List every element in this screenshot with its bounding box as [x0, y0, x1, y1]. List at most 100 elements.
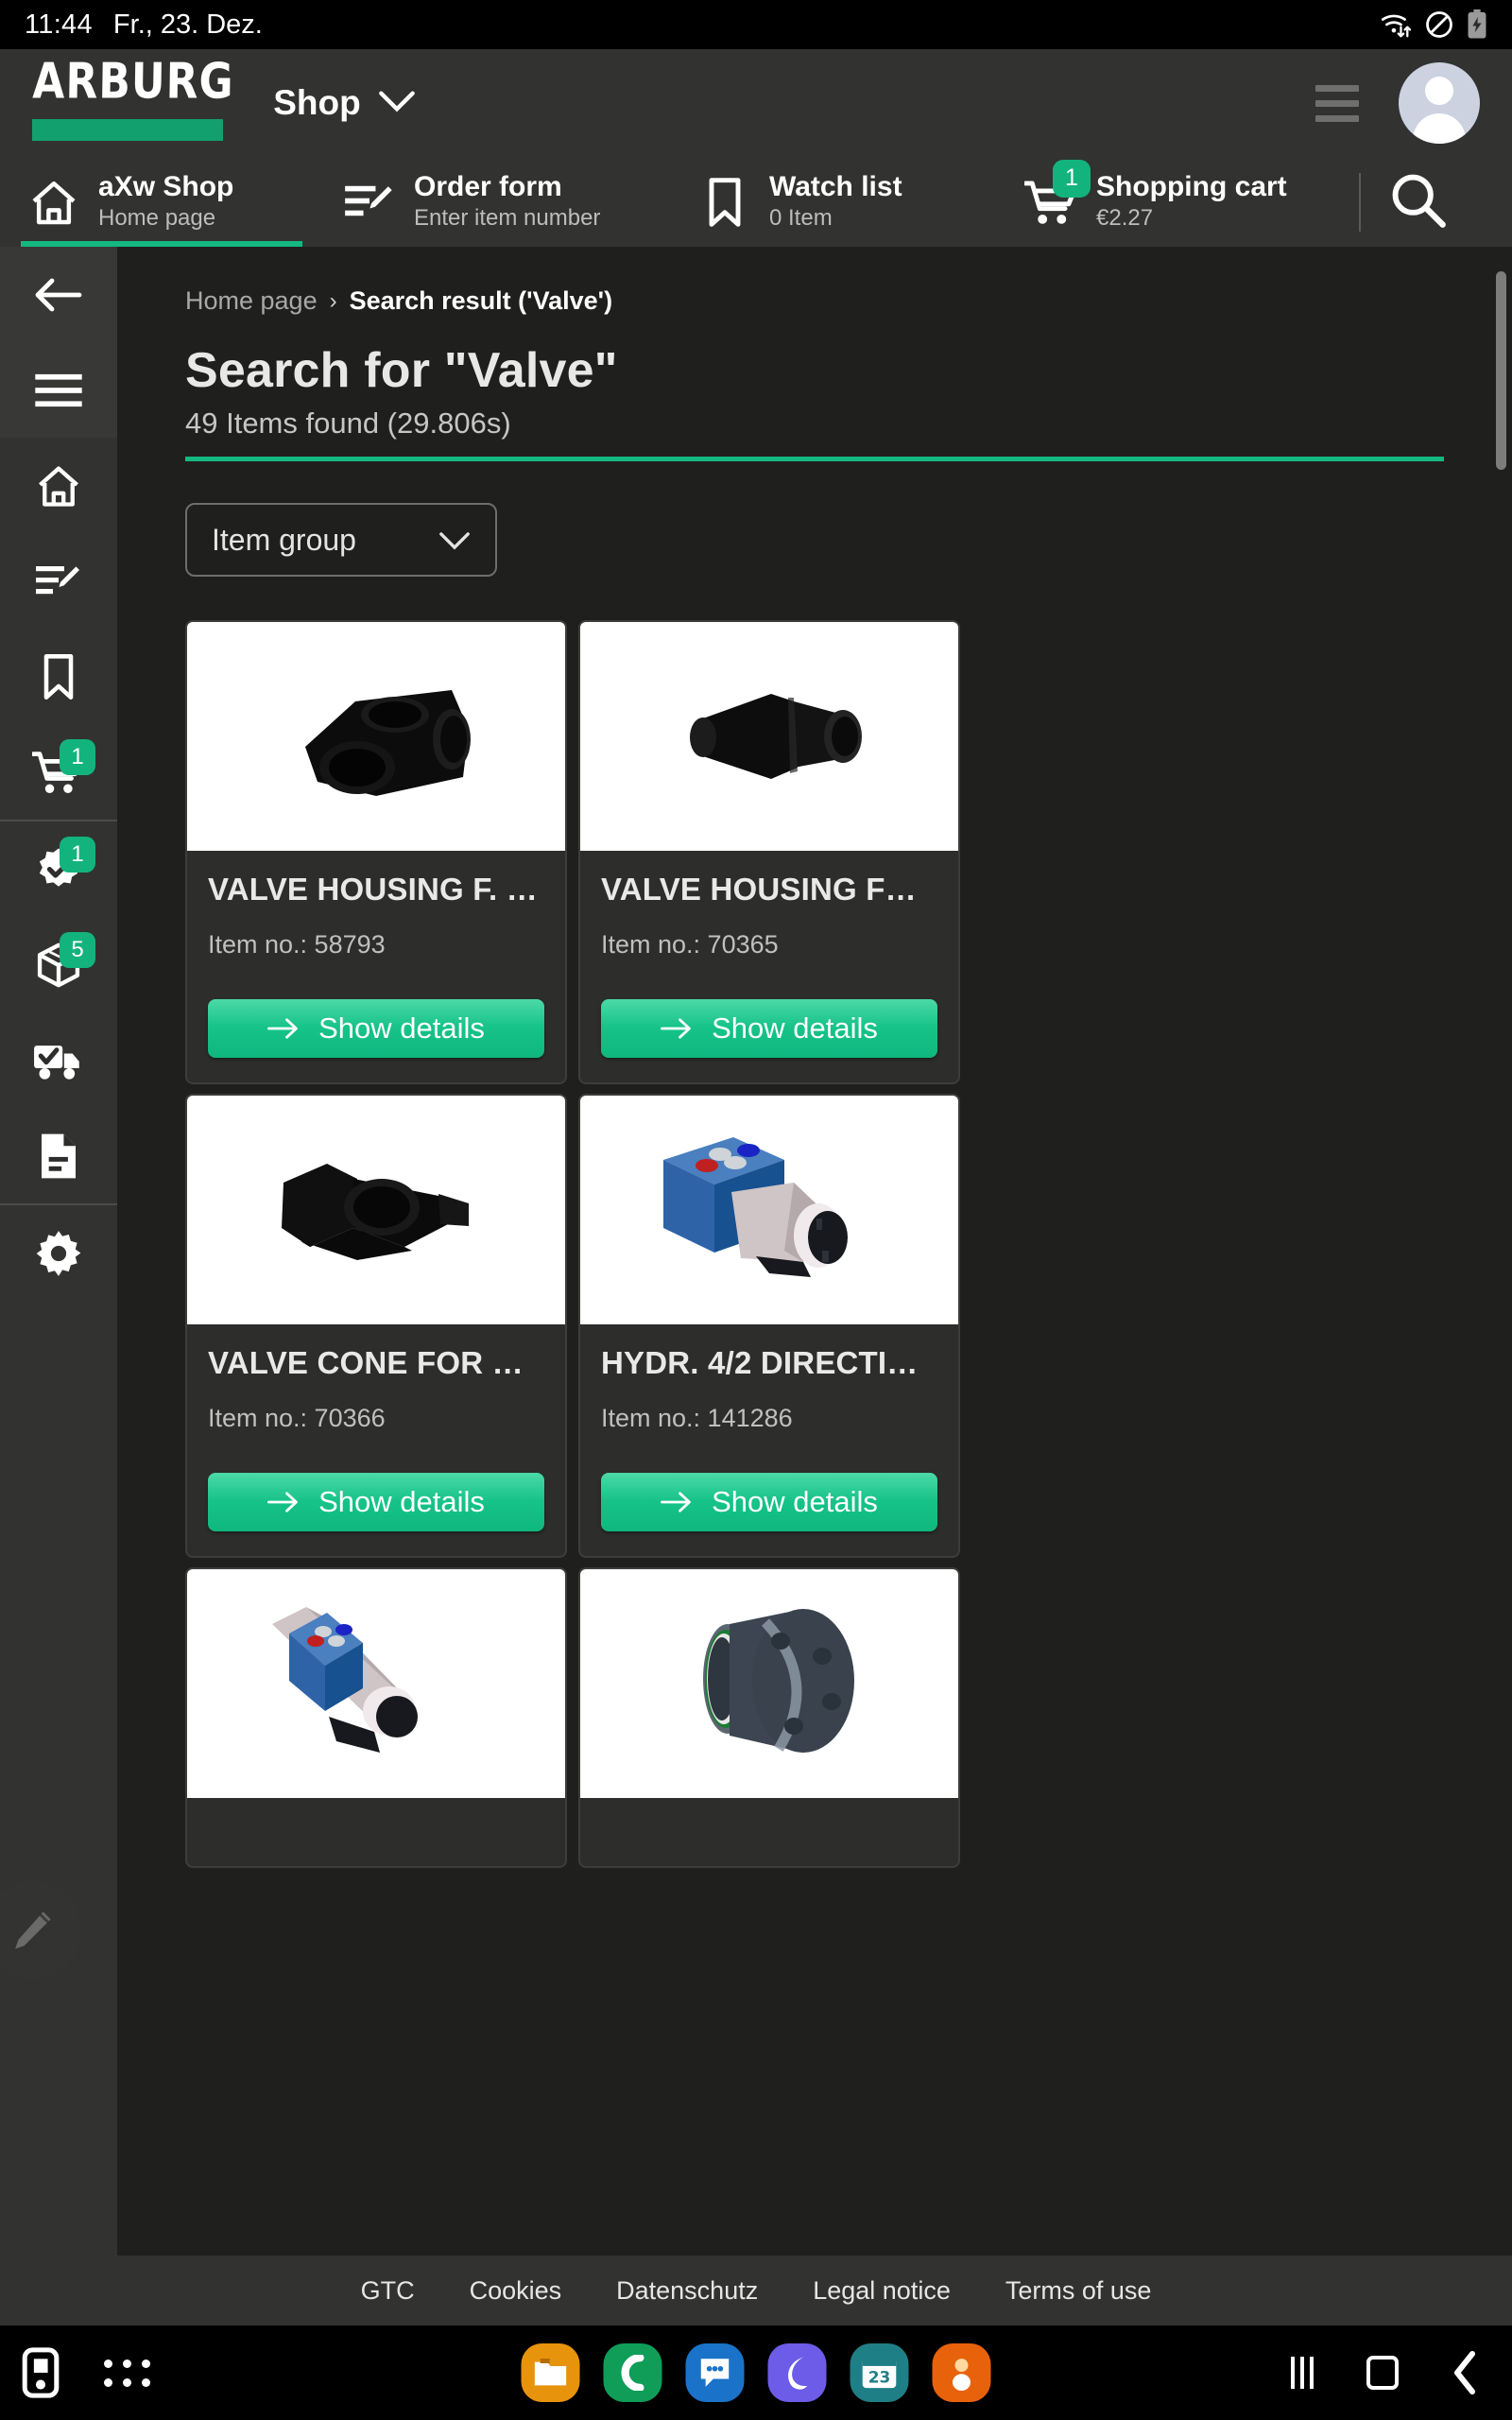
- logo-underline: [32, 119, 223, 141]
- show-details-label: Show details: [318, 1485, 485, 1518]
- bookmark-icon: [43, 653, 74, 700]
- hydraulic-valve-blue-image: [663, 1136, 848, 1277]
- tab-order-form[interactable]: Order form Enter item number: [316, 157, 671, 247]
- battery-charging-icon: [1468, 9, 1486, 39]
- app-header: ARBURG Shop: [0, 49, 1512, 157]
- tab-watch-list[interactable]: Watch list 0 Item: [671, 157, 998, 247]
- vertical-scrollbar[interactable]: [1496, 271, 1506, 470]
- pencil-icon: [15, 1911, 51, 1949]
- product-item-number: Item no.: 70365: [601, 930, 779, 959]
- android-navigation-bar: 23: [0, 2325, 1512, 2420]
- sidebar-item-home[interactable]: [0, 438, 117, 533]
- footer-links: GTC Cookies Datenschutz Legal notice Ter…: [0, 2256, 1512, 2325]
- status-bar: 11:44 Fr., 23. Dez.: [0, 0, 1512, 49]
- shop-dropdown-label[interactable]: Shop: [273, 83, 360, 123]
- product-card[interactable]: VALVE HOUSING FOR COOLI… Item no.: 70365…: [578, 620, 960, 1084]
- status-date: Fr., 23. Dez.: [112, 9, 263, 40]
- footer-link-terms-of-use[interactable]: Terms of use: [1005, 2276, 1152, 2306]
- footer-link-datenschutz[interactable]: Datenschutz: [616, 2276, 758, 2306]
- nav-divider: [1359, 172, 1361, 232]
- product-item-number: Item no.: 141286: [601, 1404, 793, 1432]
- tab-axw-shop[interactable]: aXw Shop Home page: [0, 157, 316, 247]
- sidebar-badge-orders: 5: [60, 932, 95, 968]
- tab-subtitle: Home page: [98, 204, 216, 231]
- item-group-filter-label: Item group: [212, 522, 356, 557]
- hydraulic-valve-blue-angled-image: [272, 1606, 418, 1753]
- title-underline: [185, 457, 1444, 461]
- product-image: [580, 1569, 958, 1798]
- arrow-right-icon: [661, 1492, 691, 1512]
- valve-cylinder-black-image: [690, 693, 862, 779]
- tab-title: Order form: [414, 171, 562, 203]
- arburg-logo[interactable]: ARBURG: [32, 53, 234, 141]
- home-icon: [39, 465, 78, 507]
- order-form-icon: [342, 179, 397, 226]
- chevron-down-icon: [438, 523, 471, 558]
- show-details-button[interactable]: Show details: [601, 1473, 937, 1531]
- show-details-button[interactable]: Show details: [601, 999, 937, 1058]
- tab-subtitle: Enter item number: [414, 204, 601, 231]
- sidebar-item-deliveries[interactable]: [0, 1012, 117, 1108]
- footer-link-legal-notice[interactable]: Legal notice: [813, 2276, 951, 2306]
- sidebar-item-settings[interactable]: [0, 1205, 117, 1301]
- keyboard-toggle-icon[interactable]: [21, 2346, 60, 2399]
- device-screen: 11:44 Fr., 23. Dez. ARBURG Shop aXw Shop…: [0, 0, 1512, 2420]
- calendar-app-icon[interactable]: 23: [850, 2343, 909, 2402]
- breadcrumb: Home page › Search result ('Valve'): [185, 286, 1512, 316]
- sidebar-item-back[interactable]: [0, 247, 117, 342]
- show-details-button[interactable]: Show details: [208, 1473, 544, 1531]
- sidebar-item-offers[interactable]: 1: [0, 821, 117, 917]
- search-icon[interactable]: [1387, 169, 1448, 234]
- recents-icon[interactable]: [1291, 2357, 1314, 2389]
- product-card[interactable]: [185, 1567, 567, 1868]
- product-title: VALVE CONE FOR COOLING …: [208, 1345, 544, 1380]
- tab-title: aXw Shop: [98, 171, 234, 203]
- sidebar-item-watch-list[interactable]: [0, 629, 117, 724]
- product-card[interactable]: [578, 1567, 960, 1868]
- user-avatar-icon[interactable]: [1399, 62, 1480, 144]
- item-group-filter-dropdown[interactable]: Item group: [185, 503, 497, 577]
- tab-subtitle: €2.27: [1096, 204, 1154, 231]
- app-drawer-icon[interactable]: [104, 2359, 150, 2387]
- valve-disc-grey-image: [703, 1608, 854, 1753]
- sidebar-item-orders[interactable]: 5: [0, 917, 117, 1012]
- cart-icon: 1: [1024, 159, 1091, 228]
- product-card[interactable]: VALVE HOUSING F. COOLIN… Item no.: 58793…: [185, 620, 567, 1084]
- sidebar-item-shopping-cart[interactable]: 1: [0, 724, 117, 820]
- svg-text:23: 23: [868, 2367, 891, 2386]
- bookmark-icon: [697, 176, 752, 229]
- phone-app-icon[interactable]: [603, 2343, 662, 2402]
- contacts-app-icon[interactable]: [932, 2343, 991, 2402]
- footer-link-cookies[interactable]: Cookies: [470, 2276, 562, 2306]
- product-grid: VALVE HOUSING F. COOLIN… Item no.: 58793…: [185, 620, 970, 1868]
- show-details-label: Show details: [712, 1011, 878, 1045]
- sidebar-item-menu[interactable]: [0, 342, 117, 438]
- breadcrumb-current: Search result ('Valve'): [349, 286, 613, 315]
- home-icon[interactable]: [1366, 2356, 1399, 2390]
- tab-shopping-cart[interactable]: 1 Shopping cart €2.27: [998, 157, 1338, 247]
- footer-link-gtc[interactable]: GTC: [361, 2276, 415, 2306]
- sidebar-rail: 1 1 5: [0, 247, 117, 2325]
- product-card[interactable]: VALVE CONE FOR COOLING … Item no.: 70366…: [185, 1094, 567, 1558]
- files-app-icon[interactable]: [521, 2343, 580, 2402]
- tab-subtitle: 0 Item: [769, 204, 833, 231]
- back-icon[interactable]: [1452, 2350, 1478, 2395]
- sidebar-item-order-form[interactable]: [0, 533, 117, 629]
- do-not-disturb-icon: [1426, 11, 1452, 38]
- product-title: VALVE HOUSING FOR COOLI…: [601, 872, 937, 907]
- product-image: [187, 622, 565, 851]
- breadcrumb-separator-icon: ›: [329, 287, 337, 314]
- valve-housing-black-image: [305, 689, 471, 796]
- sidebar-item-invoices[interactable]: [0, 1108, 117, 1203]
- show-details-button[interactable]: Show details: [208, 999, 544, 1058]
- page-title: Search for "Valve": [185, 343, 618, 398]
- messages-app-icon[interactable]: [685, 2343, 745, 2402]
- breadcrumb-home[interactable]: Home page: [185, 286, 318, 316]
- product-card[interactable]: HYDR. 4/2 DIRECTIONAL VA… Item no.: 1412…: [578, 1094, 960, 1558]
- cart-badge: 1: [1053, 159, 1091, 198]
- product-image: [580, 622, 958, 851]
- back-arrow-icon: [35, 278, 82, 311]
- samsung-internet-app-icon[interactable]: [767, 2343, 827, 2402]
- hamburger-menu-icon[interactable]: [1315, 84, 1359, 122]
- chevron-down-icon[interactable]: [378, 90, 416, 117]
